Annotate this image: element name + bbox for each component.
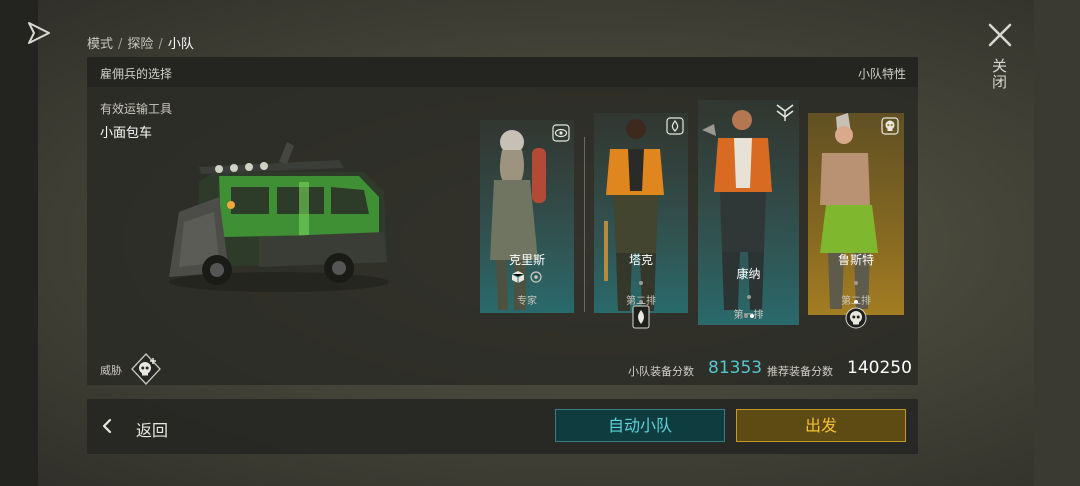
mercenary-name: 塔克 (628, 253, 653, 267)
chevron-rank-badge-icon[interactable] (774, 102, 796, 122)
threat-label: 威胁 (100, 364, 122, 377)
gear-ability-icon (530, 271, 542, 283)
mercenary-name: 鲁斯特 (837, 253, 874, 267)
close-icon[interactable] (985, 20, 1015, 50)
recommended-score-value: 140250 (847, 358, 912, 378)
back-button[interactable]: 返回 (136, 417, 168, 441)
squad-traits-link[interactable]: 小队特性 (858, 65, 906, 82)
fire-badge-icon[interactable] (666, 117, 684, 135)
van-image[interactable] (159, 142, 399, 297)
depart-button[interactable]: 出发 (736, 409, 906, 442)
breadcrumb-explore[interactable]: 探险 (127, 37, 153, 52)
mercenary-role: 第二排 (841, 296, 871, 307)
close-label[interactable]: 关闭 (990, 58, 1010, 90)
chevron-left-icon[interactable] (101, 418, 113, 434)
bottom-action-bar: 返回 自动小队 出发 (87, 399, 918, 454)
breadcrumb-separator: / (118, 37, 123, 52)
mercenary-name: 康纳 (736, 267, 761, 281)
skull-emblem-icon (845, 307, 867, 329)
auto-squad-button[interactable]: 自动小队 (555, 409, 725, 442)
breadcrumb-mode[interactable]: 模式 (87, 37, 113, 52)
mercenary-name: 克里斯 (508, 253, 545, 267)
recommended-score-label: 推荐装备分数 (767, 365, 833, 378)
cube-icon (511, 271, 525, 283)
panel-title: 雇佣兵的选择 (100, 67, 173, 81)
mercenary-card-2[interactable]: 塔克 第二排 (594, 113, 688, 329)
vehicle-label: 有效运输工具 (100, 102, 173, 116)
mercenary-role: 专家 (517, 296, 537, 307)
skull-badge-icon[interactable] (881, 117, 899, 135)
squad-panel: 雇佣兵的选择 小队特性 有效运输工具 小面包车 克里斯 专家 塔克 第二排 康纳… (87, 57, 918, 385)
breadcrumb-current: 小队 (167, 37, 194, 52)
ability-icons (511, 270, 551, 284)
eye-badge-icon[interactable] (552, 124, 570, 142)
left-screen-edge (0, 0, 38, 486)
breadcrumb: 模式 / 探险 / 小队 (87, 33, 194, 52)
card-divider (584, 137, 585, 312)
squad-score-label: 小队装备分数 (628, 365, 694, 378)
squad-score-value: 81353 (708, 358, 763, 378)
mercenary-portrait (480, 120, 574, 313)
breadcrumb-separator: / (158, 37, 163, 52)
mercenary-card-1[interactable]: 克里斯 专家 (480, 120, 574, 313)
mercenary-role: 第一排 (733, 310, 764, 321)
panel-header: 雇佣兵的选择 小队特性 (87, 57, 918, 87)
mercenary-card-3[interactable]: 康纳 第一排 (698, 100, 799, 325)
vehicle-name: 小面包车 (100, 126, 153, 141)
navigation-arrow-icon[interactable] (26, 20, 52, 46)
fire-emblem-icon (632, 305, 650, 329)
mercenary-card-4[interactable]: 鲁斯特 第二排 (808, 113, 904, 329)
threat-skull-icon[interactable] (129, 352, 163, 386)
right-screen-edge (1034, 0, 1080, 486)
